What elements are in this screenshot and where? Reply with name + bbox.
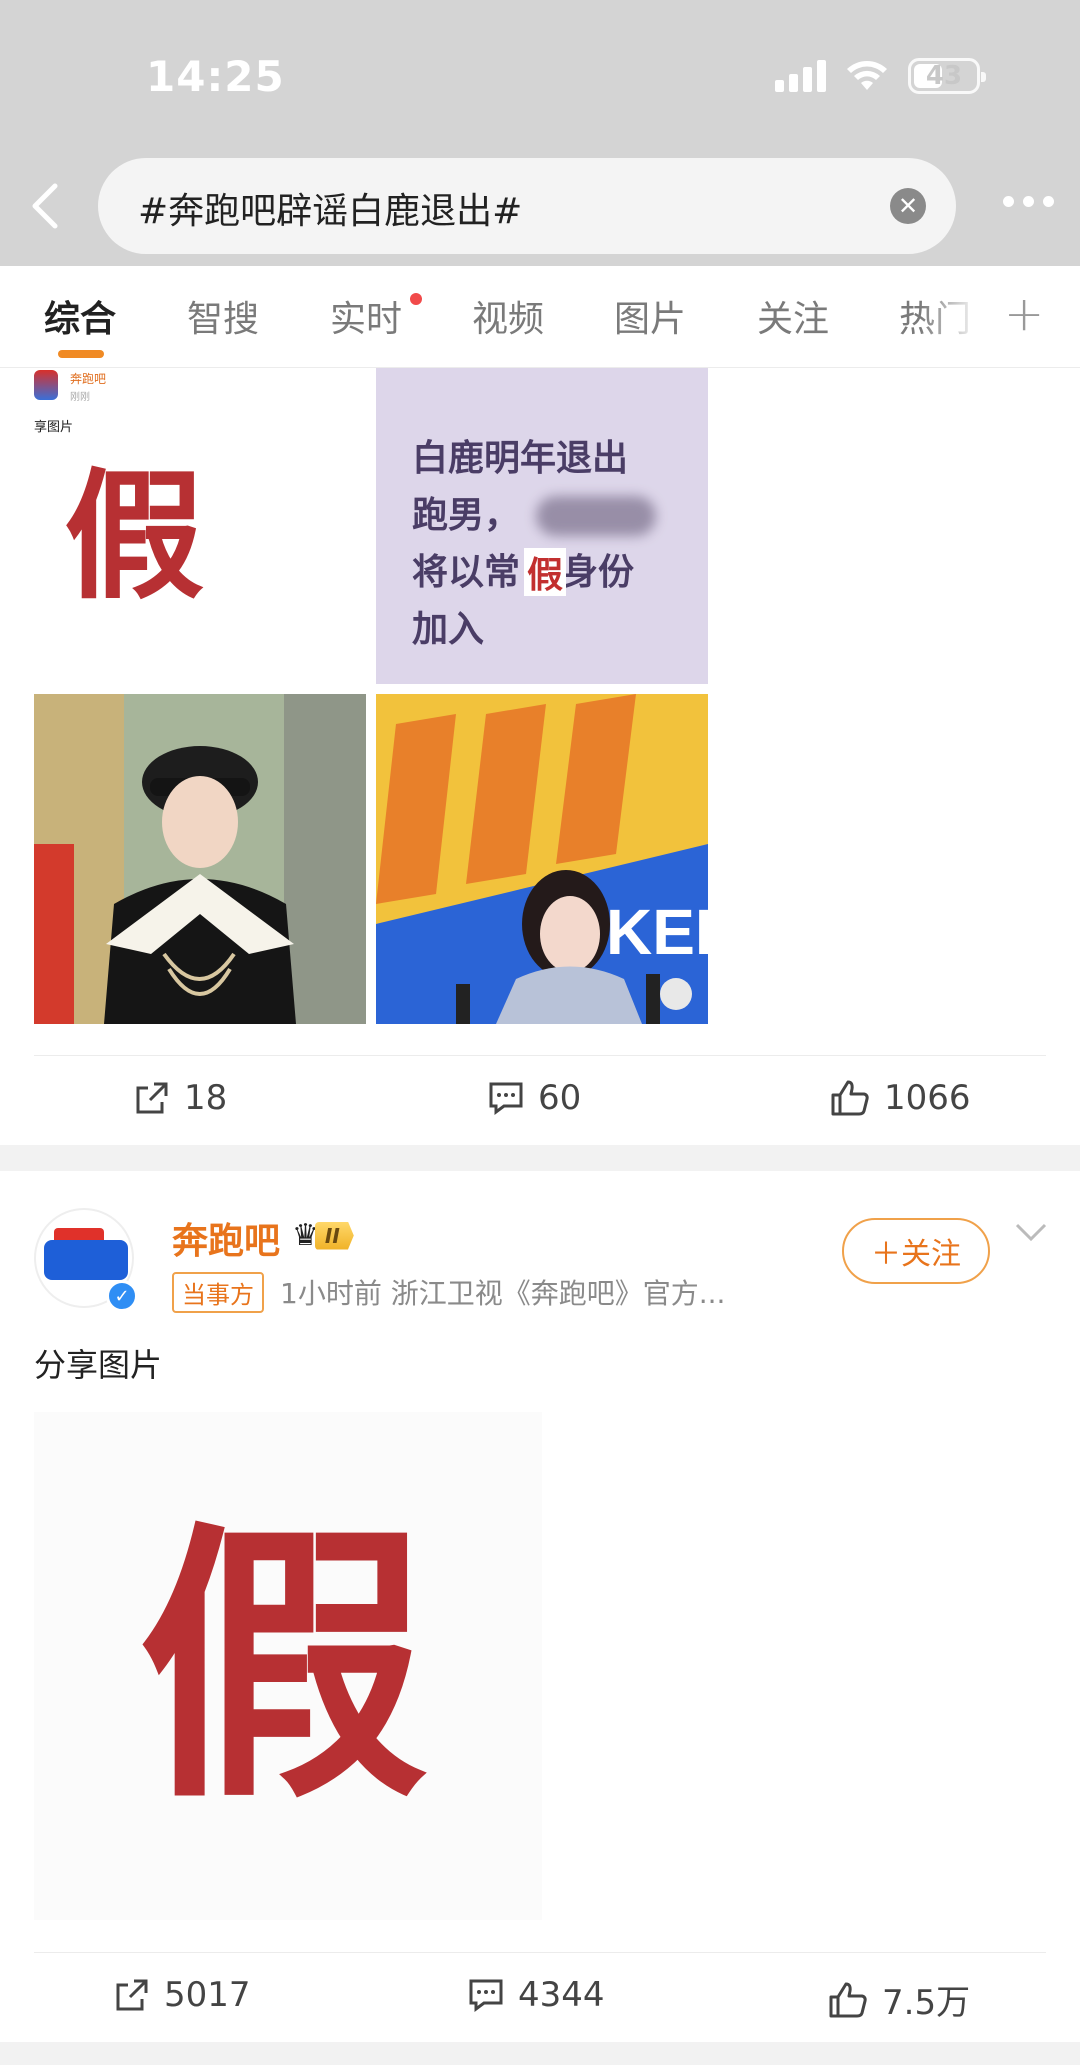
vip-badge[interactable]: ♛ II bbox=[292, 1218, 354, 1253]
repost-icon bbox=[116, 1979, 148, 2011]
verified-icon: ✓ bbox=[106, 1280, 138, 1312]
post-image[interactable]: 假 bbox=[34, 1412, 542, 1920]
tab-comprehensive[interactable]: 综合 bbox=[44, 290, 116, 342]
fake-character: 假 bbox=[138, 1500, 428, 1837]
rumor-line-3a: 将以常 bbox=[412, 552, 521, 593]
level-badge: II bbox=[314, 1221, 354, 1250]
tab-images[interactable]: 图片 bbox=[614, 290, 686, 342]
tab-realtime[interactable]: 实时 bbox=[330, 290, 402, 342]
mini-author: 奔跑吧 bbox=[70, 372, 107, 386]
repost-button[interactable]: 18 bbox=[134, 1078, 227, 1118]
tab-video[interactable]: 视频 bbox=[472, 290, 544, 342]
party-tag: 当事方 bbox=[172, 1272, 264, 1313]
status-icons: 43 bbox=[775, 58, 986, 94]
chevron-down-icon[interactable] bbox=[1014, 1222, 1048, 1246]
top-header: 14:25 43 #奔跑吧辟谣白鹿退出# ✕ bbox=[0, 0, 1080, 266]
search-input[interactable]: #奔跑吧辟谣白鹿退出# ✕ bbox=[98, 158, 956, 254]
post-text: 分享图片 bbox=[34, 1346, 163, 1384]
fake-character: 假 bbox=[64, 456, 205, 619]
wifi-icon bbox=[846, 60, 888, 92]
tab-active-indicator bbox=[58, 350, 104, 358]
like-button[interactable]: 7.5万 bbox=[828, 1975, 970, 2024]
crown-icon: ♛ bbox=[292, 1218, 319, 1253]
search-query: #奔跑吧辟谣白鹿退出# bbox=[138, 191, 523, 232]
svg-text:KEE: KEE bbox=[606, 896, 708, 968]
repost-count: 18 bbox=[184, 1078, 228, 1118]
rumor-line-2: 跑男， bbox=[412, 495, 521, 536]
repost-icon bbox=[136, 1082, 168, 1114]
status-time: 14:25 bbox=[146, 52, 285, 101]
rumor-line-4: 加入 bbox=[412, 609, 485, 650]
bottom-divider bbox=[0, 2042, 1080, 2065]
mini-avatar bbox=[34, 370, 58, 400]
battery-icon: 43 bbox=[908, 58, 986, 94]
comment-icon bbox=[469, 1979, 503, 2012]
post-image-4[interactable]: KEE bbox=[376, 694, 708, 1024]
repost-button[interactable]: 5017 bbox=[114, 1975, 251, 2015]
like-icon bbox=[829, 1982, 867, 2017]
post2-action-bar: 5017 4344 7.5万 bbox=[34, 1952, 1046, 2038]
comment-icon bbox=[489, 1082, 523, 1115]
tab-bar: 综合 智搜 实时 视频 图片 关注 热门 bbox=[0, 266, 1080, 368]
follow-button[interactable]: ＋关注 bbox=[842, 1218, 990, 1284]
post-divider bbox=[0, 1145, 1080, 1171]
tab-smart-search[interactable]: 智搜 bbox=[187, 290, 259, 342]
tab-following[interactable]: 关注 bbox=[757, 290, 829, 342]
back-button[interactable] bbox=[24, 180, 64, 232]
comment-count: 4344 bbox=[518, 1975, 605, 2015]
like-count: 7.5万 bbox=[882, 1983, 971, 2023]
signal-icon bbox=[775, 60, 826, 92]
comment-button[interactable]: 4344 bbox=[468, 1975, 605, 2015]
like-button[interactable]: 1066 bbox=[830, 1078, 971, 1118]
battery-level: 43 bbox=[925, 61, 963, 91]
post-meta: 1小时前 浙江卫视《奔跑吧》官方... bbox=[280, 1277, 726, 1310]
rumor-text: 白鹿明年退出 跑男， 将以常 身份 加入 bbox=[412, 430, 634, 658]
like-icon bbox=[831, 1080, 869, 1116]
chevron-left-icon bbox=[32, 183, 58, 229]
mini-time: 刚刚 bbox=[70, 392, 90, 403]
mini-post-header: 奔跑吧 刚刚 bbox=[34, 368, 174, 408]
mini-share-text: 享图片 bbox=[34, 420, 74, 435]
add-tab-button[interactable]: + bbox=[1004, 286, 1044, 342]
post-image-1[interactable]: 奔跑吧 刚刚 享图片 假 bbox=[34, 368, 366, 684]
comment-button[interactable]: 60 bbox=[488, 1078, 581, 1118]
tab-fade bbox=[920, 266, 980, 366]
comment-count: 60 bbox=[538, 1078, 582, 1118]
repost-count: 5017 bbox=[164, 1975, 251, 2015]
fake-stamp: 假 bbox=[524, 548, 566, 596]
more-dots-icon[interactable] bbox=[1003, 196, 1054, 207]
like-count: 1066 bbox=[884, 1078, 971, 1118]
post-image-2[interactable]: 白鹿明年退出 跑男， 将以常 身份 加入 假 bbox=[376, 368, 708, 684]
post-image-3[interactable] bbox=[34, 694, 366, 1024]
close-circle-icon[interactable]: ✕ bbox=[890, 188, 926, 224]
notification-dot bbox=[410, 293, 422, 305]
rumor-line-3b: 身份 bbox=[562, 552, 635, 593]
author-name[interactable]: 奔跑吧 bbox=[172, 1212, 280, 1264]
rumor-line-1: 白鹿明年退出 bbox=[412, 438, 629, 479]
post1-action-bar: 18 60 1066 bbox=[34, 1055, 1046, 1141]
